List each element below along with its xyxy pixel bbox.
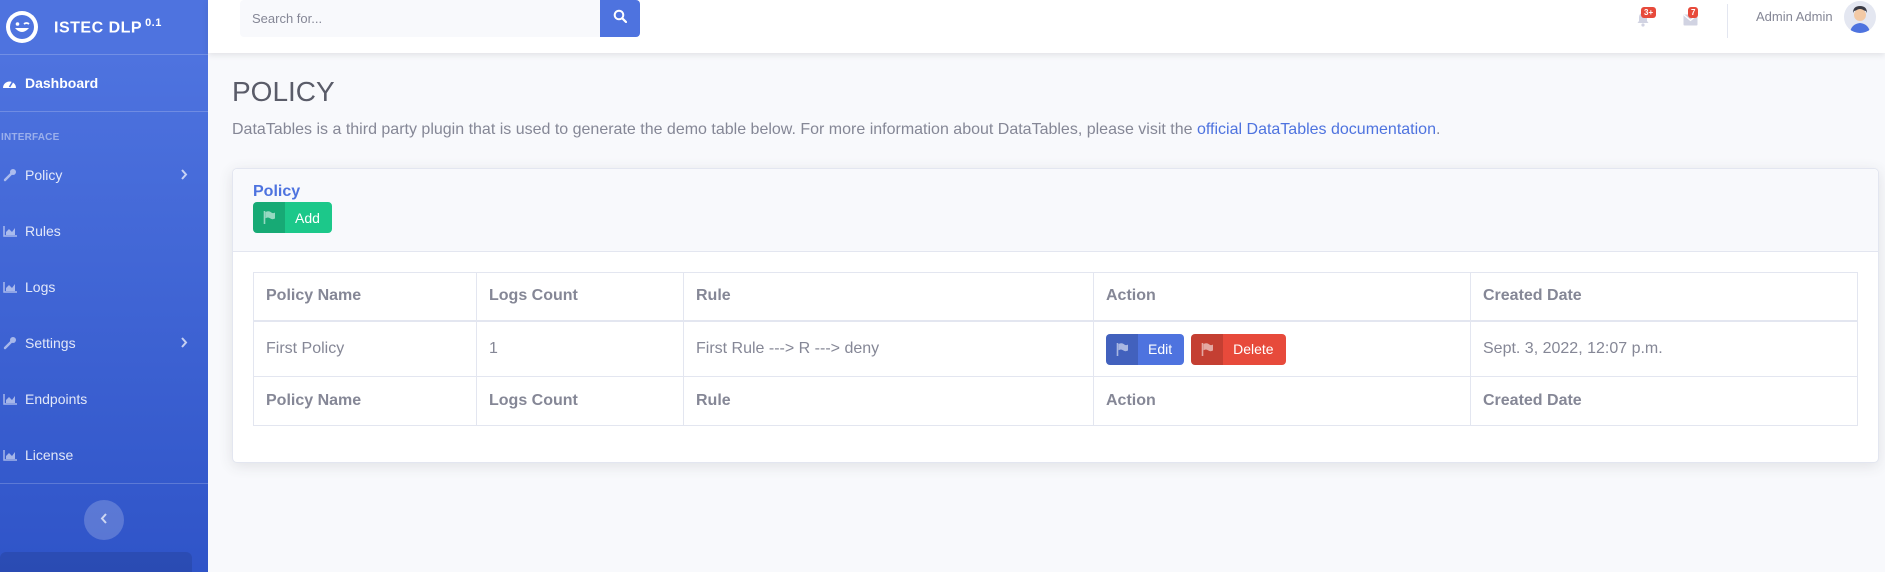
action-cell: Edit Delete [1093,320,1471,377]
column-footer: Created Date [1470,376,1858,426]
column-footer: Logs Count [476,376,684,426]
column-header[interactable]: Rule [683,272,1094,322]
column-header[interactable]: Policy Name [253,272,477,322]
chart-area-icon [2,392,17,407]
delete-button-label: Delete [1233,341,1274,358]
page-description: DataTables is a third party plugin that … [232,121,1441,138]
edit-button[interactable]: Edit [1106,333,1185,365]
sidebar-item-label: Logs [25,279,56,295]
sidebar-item-label: Settings [25,335,76,351]
chevron-right-icon [180,335,188,351]
flag-icon [1191,333,1224,365]
flag-icon [1106,333,1138,365]
chevron-left-icon [100,511,108,529]
column-header[interactable]: Logs Count [476,272,684,322]
brand-name: ISTEC DLP 0.1 [54,16,162,37]
page-title: POLICY [232,76,335,107]
chart-area-icon [2,224,17,239]
logs-count-cell: 1 [476,320,684,377]
add-button[interactable]: Add [253,202,332,233]
chart-area-icon [2,280,17,295]
sidebar-item-label: Rules [25,223,61,239]
wrench-icon [2,336,17,351]
policy-card: Policy Add Policy Name Logs Count Rule A… [232,168,1879,463]
policy-name-cell: First Policy [253,320,477,377]
sidebar-item-label: Endpoints [25,391,88,407]
wrench-icon [2,168,17,183]
sidebar-brand[interactable]: ISTEC DLP 0.1 [0,0,208,54]
sidebar-toggle-button[interactable] [84,500,124,540]
sidebar-item-endpoints[interactable]: Endpoints [0,371,208,427]
datatables-docs-link[interactable]: official DataTables documentation [1197,121,1436,138]
edit-button-label: Edit [1148,341,1173,358]
search-icon [613,9,628,28]
flag-icon [253,202,285,233]
messages-button[interactable]: 7 [1678,7,1702,34]
table-header-row: Policy Name Logs Count Rule Action Creat… [253,272,1858,322]
column-header[interactable]: Created Date [1470,272,1858,322]
topbar-divider [1727,4,1728,38]
table-footer-row: Policy Name Logs Count Rule Action Creat… [253,376,1858,426]
sidebar: ISTEC DLP 0.1 Dashboard INTERFACE Policy … [0,0,208,572]
sidebar-item-rules[interactable]: Rules [0,203,208,259]
topbar: 3+ 7 Admin Admin [208,0,1885,53]
delete-button[interactable]: Delete [1191,333,1286,365]
sidebar-item-policy[interactable]: Policy [0,147,208,203]
column-footer: Action [1093,376,1471,426]
sidebar-item-settings[interactable]: Settings [0,315,208,371]
column-footer: Rule [683,376,1094,426]
tachometer-icon [2,76,17,91]
sidebar-item-label: Policy [25,167,63,183]
sidebar-card [0,552,192,572]
sidebar-item-label: License [25,447,74,463]
alerts-badge: 3+ [1641,7,1657,18]
add-button-label: Add [295,209,320,226]
laugh-wink-icon [6,11,38,43]
table-row: First Policy 1 First Rule ---> R ---> de… [253,320,1858,377]
messages-badge: 7 [1688,7,1699,18]
card-title: Policy [253,183,301,200]
search-form [240,0,640,37]
sidebar-divider [0,483,208,484]
sidebar-item-logs[interactable]: Logs [0,259,208,315]
sidebar-item-license[interactable]: License [0,427,208,483]
search-input[interactable] [240,0,600,37]
card-header: Policy Add [233,169,1878,252]
column-footer: Policy Name [253,376,477,426]
avatar[interactable] [1844,1,1876,33]
chevron-right-icon [180,167,188,183]
search-button[interactable] [600,0,640,37]
rule-cell: First Rule ---> R ---> deny [683,320,1094,377]
alerts-button[interactable]: 3+ [1631,7,1657,34]
sidebar-item-dashboard[interactable]: Dashboard [0,55,208,111]
sidebar-heading: INTERFACE [1,132,60,143]
created-date-cell: Sept. 3, 2022, 12:07 p.m. [1470,320,1858,377]
column-header[interactable]: Action [1093,272,1471,322]
policy-table: Policy Name Logs Count Rule Action Creat… [253,272,1858,426]
chart-area-icon [2,448,17,463]
sidebar-item-label: Dashboard [25,75,99,91]
user-name[interactable]: Admin Admin [1756,9,1833,24]
